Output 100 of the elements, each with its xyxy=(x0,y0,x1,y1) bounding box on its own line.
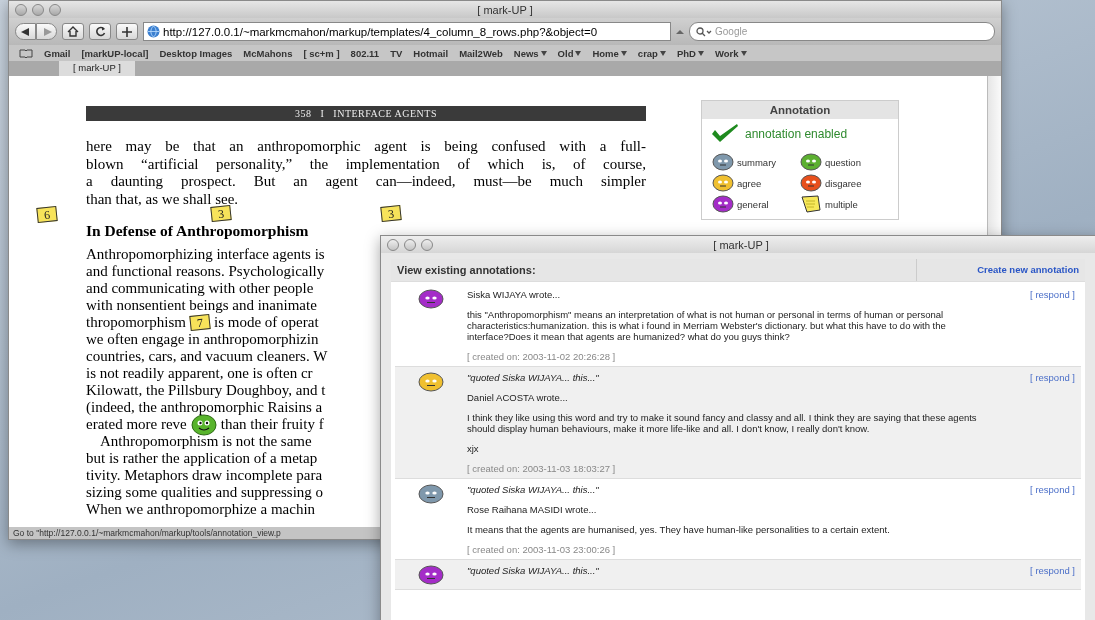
globe-icon xyxy=(147,25,160,38)
caret-icon xyxy=(620,50,627,56)
legend-label: multiple xyxy=(825,198,858,210)
timestamp: [ created on: 2003-11-03 23:00:26 ] xyxy=(467,544,617,555)
text-line: and communicating with other people xyxy=(86,280,314,297)
plus-icon xyxy=(122,26,132,37)
quote-text: "quoted Siska WIJAYA... this..." xyxy=(467,372,600,383)
text-line: is not readily apparent, one is often cr xyxy=(86,365,313,382)
section-heading: View existing annotations: xyxy=(397,264,536,276)
text-line: Anthropomorphism is not the same xyxy=(99,433,312,450)
comment-text: It means that the agents are humanised, yes. They have human-like personalities to a certain extent. xyxy=(467,524,891,535)
search-icon xyxy=(696,26,712,37)
text-line: and functional reasons. Psychologically xyxy=(86,263,325,280)
text-line: thropomorphism xyxy=(86,314,186,331)
window-title: [ mark-UP ] xyxy=(713,238,769,251)
text-line: When we anthropomorphize a machin xyxy=(86,501,316,518)
legend-label: general xyxy=(737,198,769,210)
bookmark-item[interactable]: [ sc+m ] xyxy=(303,47,340,59)
annotation-note[interactable]: 3 xyxy=(380,205,402,222)
reload-icon xyxy=(94,26,106,37)
legend-label: summary xyxy=(737,156,777,168)
add-bookmark-button[interactable] xyxy=(116,23,138,40)
section-heading: In Defense of Anthropomorphism xyxy=(86,222,310,240)
quote-text: "quoted Siska WIJAYA... this..." xyxy=(467,484,600,495)
bookmark-item[interactable]: Work xyxy=(714,47,747,59)
text-line: tivity. Metaphors draw incomplete para xyxy=(86,467,323,484)
text-line: than that, as we shall see. xyxy=(86,190,240,208)
timestamp: [ created on: 2003-11-02 20:26:28 ] xyxy=(467,351,617,362)
text-line: a daunting prospect. But an agent can—indeed, must—be much simpler xyxy=(86,173,646,191)
annotation-note[interactable]: 7 xyxy=(189,314,211,331)
back-arrow-icon xyxy=(20,27,29,36)
browser-tab[interactable]: [ mark-UP ] xyxy=(59,61,135,76)
create-annotation-link[interactable]: Create new annotation xyxy=(916,259,1079,281)
legend-label: agree xyxy=(737,177,762,189)
text-line: is mode of operat xyxy=(214,314,319,331)
status-text: annotation enabled xyxy=(745,127,848,141)
minimize-button[interactable] xyxy=(32,4,44,16)
caret-icon xyxy=(575,50,582,56)
panel-title: Annotation xyxy=(702,101,898,119)
comment-text: I think they like using this word and try to make it sound fancy and classy and all. I think they are saying that these agents should display human behaviours, make it more life-like and all. I don't know, I really don't know. xyxy=(467,412,978,434)
window-title: [ mark-UP ] xyxy=(477,3,533,16)
back-button[interactable] xyxy=(15,23,36,40)
book-icon[interactable] xyxy=(19,48,33,58)
minimize-button[interactable] xyxy=(404,239,416,251)
author-line: Siska WIJAYA wrote... xyxy=(467,289,562,300)
bookmark-item[interactable]: Old xyxy=(557,47,582,59)
legend-label: question xyxy=(825,156,861,168)
legend-label: disgaree xyxy=(825,177,862,189)
text-line: we often engage in anthropomorphizin xyxy=(86,331,319,348)
bookmark-item[interactable]: TV xyxy=(390,47,403,59)
text-line: (indeed, the anthropomorphic Raisins a xyxy=(86,399,323,416)
text-line: erated more reve xyxy=(86,416,187,433)
comment-text: xjx xyxy=(467,443,480,454)
timestamp: [ created on: 2003-11-03 18:03:27 ] xyxy=(467,463,617,474)
bookmark-item[interactable]: Desktop Images xyxy=(159,47,233,59)
annotation-note[interactable]: 3 xyxy=(210,205,232,222)
sticky-note-icon xyxy=(800,195,822,213)
text-line: sizing some qualities and suppressing o xyxy=(86,484,324,501)
running-head: 358 I INTERFACE AGENTS xyxy=(86,106,646,121)
caret-icon xyxy=(740,50,747,56)
bookmark-item[interactable]: Home xyxy=(592,47,627,59)
caret-icon xyxy=(697,50,704,56)
text-line: but is rather the application of a metap xyxy=(86,450,318,467)
bookmark-item[interactable]: Hotmail xyxy=(413,47,449,59)
caret-icon xyxy=(540,50,547,56)
caret-icon[interactable] xyxy=(676,27,684,36)
zoom-button[interactable] xyxy=(421,239,433,251)
author-line: Daniel ACOSTA wrote... xyxy=(467,392,569,403)
home-button[interactable] xyxy=(62,23,84,40)
bookmark-item[interactable]: Gmail xyxy=(44,47,71,59)
bookmark-item[interactable]: 802.11 xyxy=(350,47,380,59)
bookmark-item[interactable]: News xyxy=(513,47,547,59)
bookmark-item[interactable]: Mail2Web xyxy=(459,47,503,59)
forward-arrow-icon xyxy=(43,27,52,36)
caret-icon xyxy=(659,50,666,56)
annotation-note[interactable]: 6 xyxy=(36,206,58,223)
text-line: here may be that an anthropomorphic agent is being confused with a full- xyxy=(86,138,646,156)
zoom-button[interactable] xyxy=(49,4,61,16)
text-line: blown “artificial personality,” the implementation of which is, of course, xyxy=(86,155,646,173)
text-line: Anthropomorphizing interface agents is xyxy=(86,246,325,263)
bookmark-item[interactable]: McMahons xyxy=(243,47,293,59)
close-button[interactable] xyxy=(387,239,399,251)
respond-link[interactable]: [ respond ] xyxy=(1030,372,1075,474)
bookmark-item[interactable]: [markUP-local] xyxy=(81,47,149,59)
text-line: than their fruity f xyxy=(220,416,324,433)
bookmark-item[interactable]: crap xyxy=(637,47,666,59)
bookmark-item[interactable]: PhD xyxy=(676,47,704,59)
face-icon[interactable] xyxy=(190,413,217,436)
reload-button[interactable] xyxy=(89,23,111,40)
text-line: Kilowatt, the Pillsbury Doughboy, and t xyxy=(86,382,326,399)
comment-text: this "Anthropomorphism" means an interpretation of what is not human or personal in terms of human or personal characteristics:humanization. this is what i found in Merriam Webster's dictionary. but what this have to do with the interface?Does it mean that agents are humanized? what do you guys think? xyxy=(467,309,947,342)
respond-link[interactable]: [ respond ] xyxy=(1030,289,1075,362)
text-line: countries, cars, and vacuum cleaners. W xyxy=(86,348,328,365)
close-button[interactable] xyxy=(15,4,27,16)
respond-link[interactable]: [ respond ] xyxy=(1030,484,1075,555)
respond-link[interactable]: [ respond ] xyxy=(1030,565,1075,585)
author-line: Rose Raihana MASIDI wrote... xyxy=(467,504,598,515)
quote-text: "quoted Siska WIJAYA... this..." xyxy=(467,565,600,576)
text-line: with nonsentient beings and inanimate xyxy=(86,297,317,314)
address-field[interactable]: http://127.0.0.1/~markmcmahon/markup/templates/4_column_8_rows.php?&object=0 xyxy=(143,22,671,41)
